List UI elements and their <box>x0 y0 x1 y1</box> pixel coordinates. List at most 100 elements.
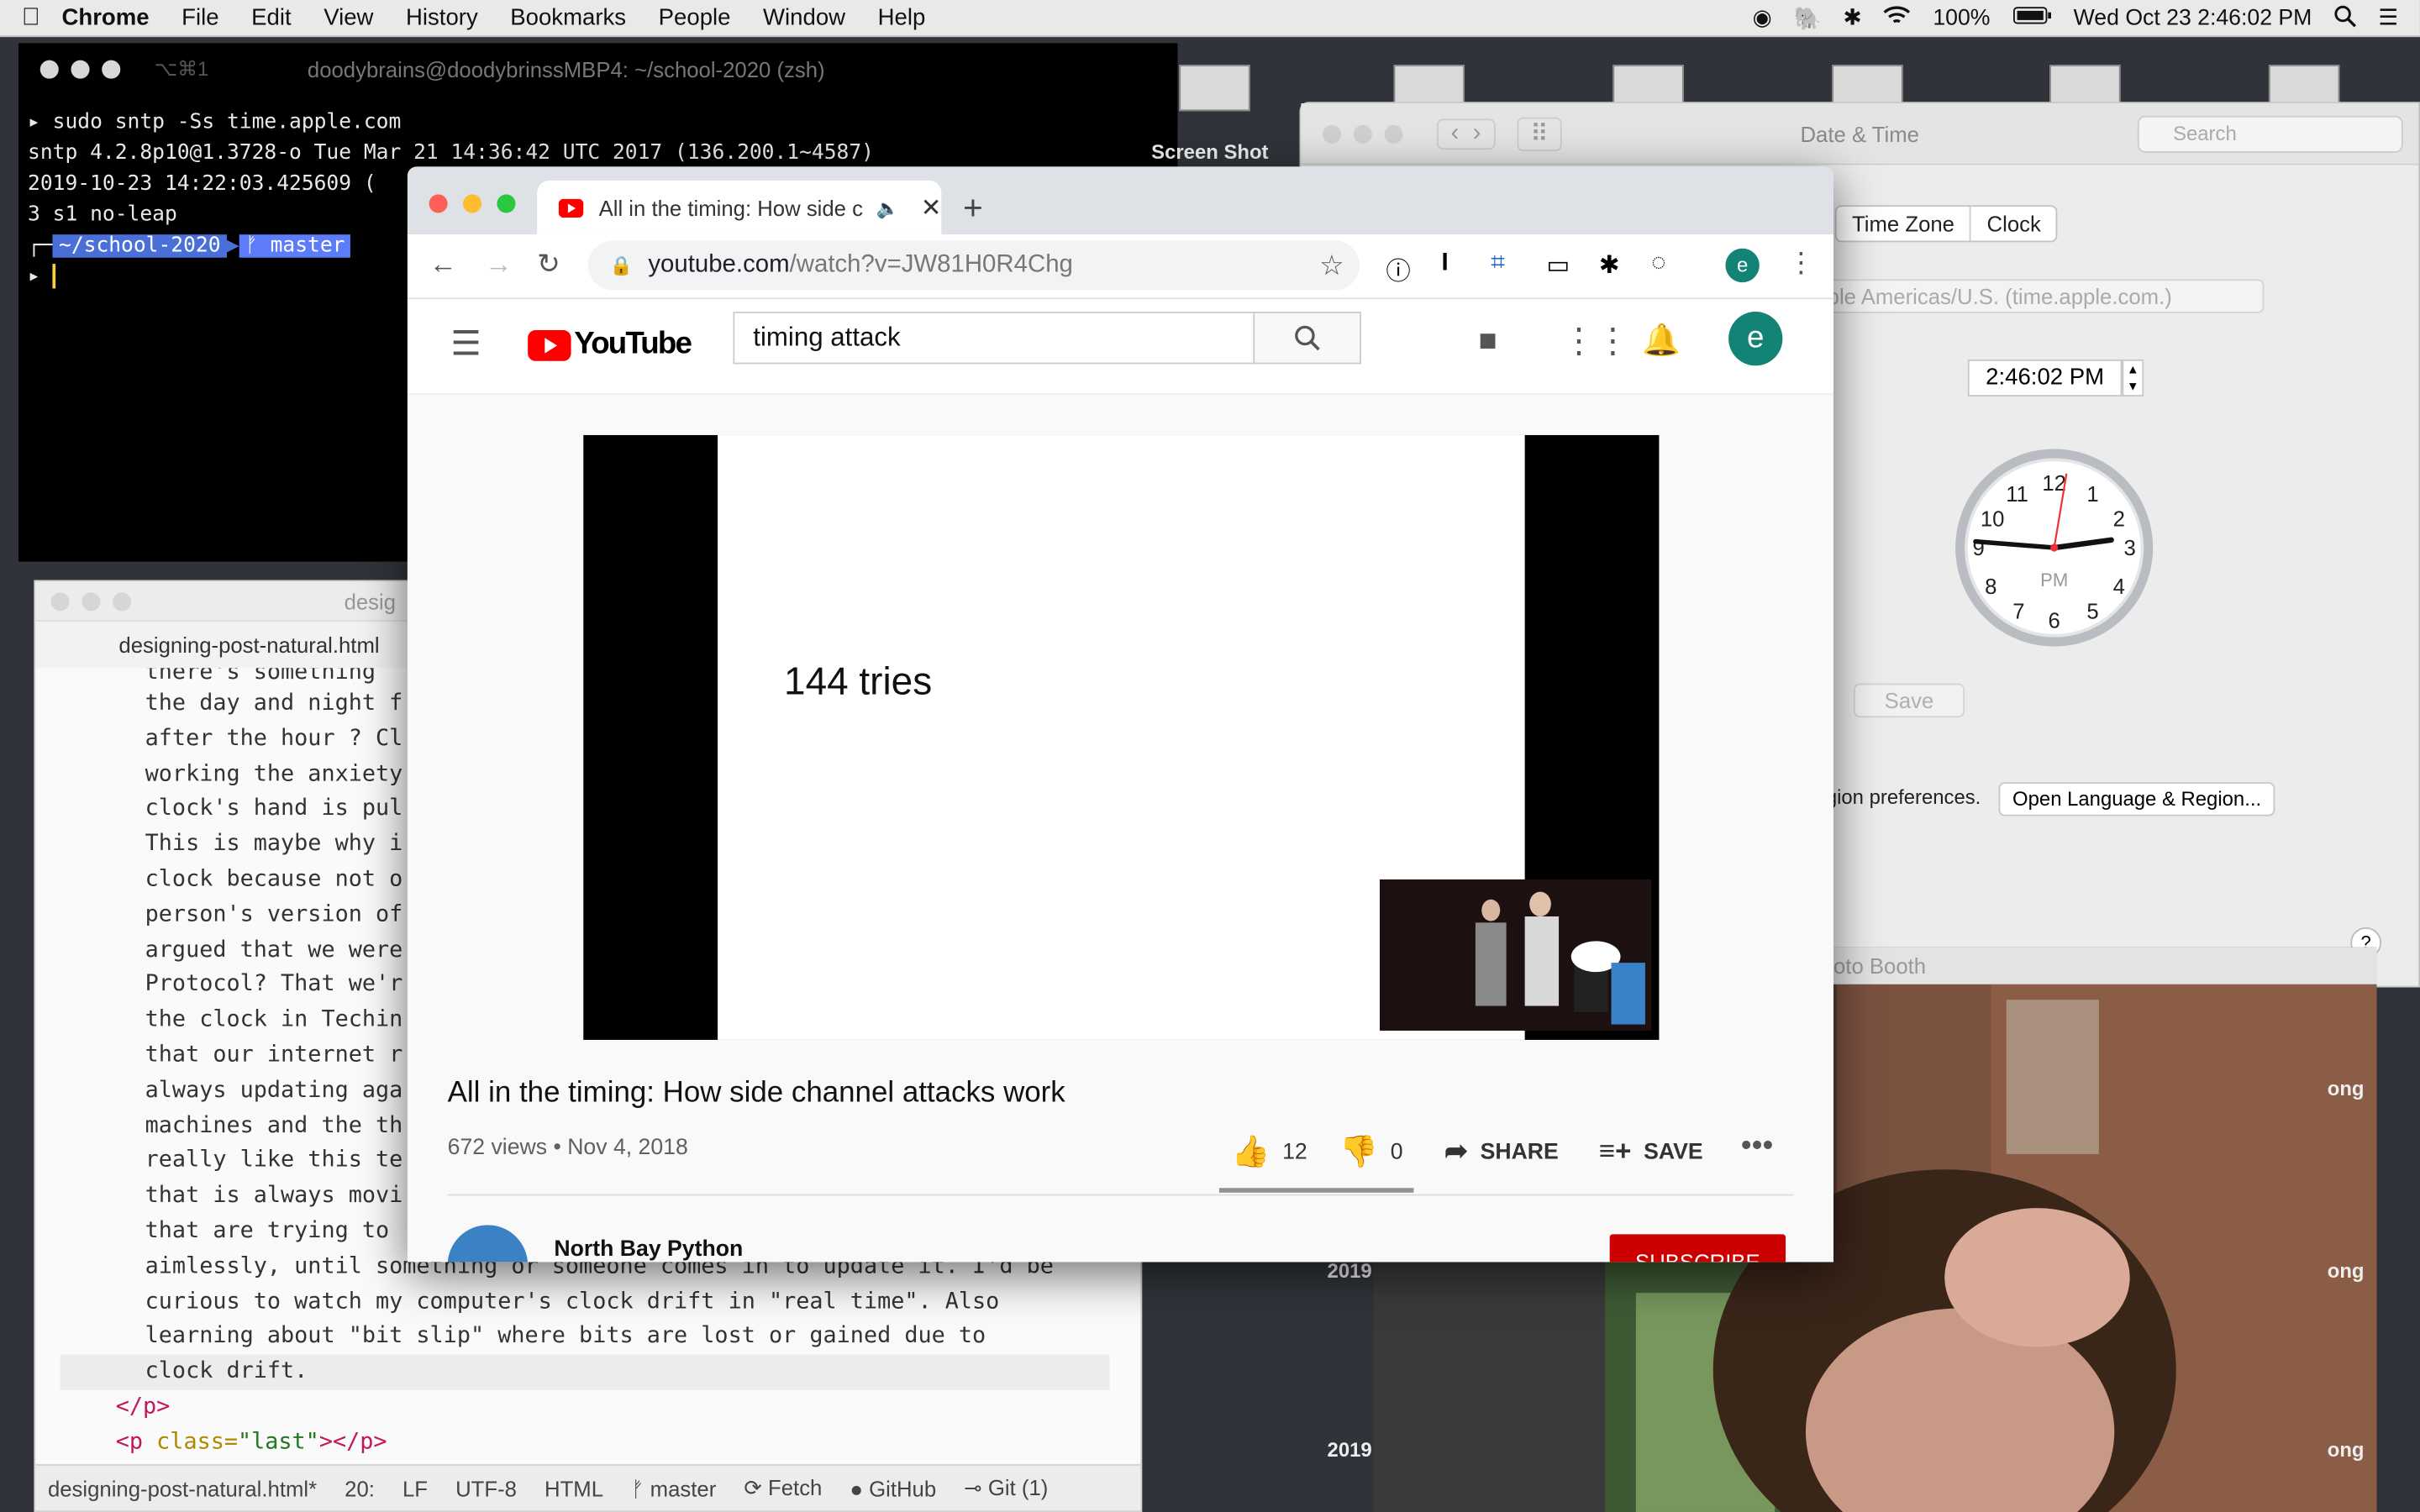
photo-thumb-label[interactable]: 2019 <box>1328 1259 1372 1283</box>
search-field[interactable]: Search <box>2137 115 2403 153</box>
save-button[interactable]: Save <box>1853 683 1965 718</box>
bookmark-star-icon[interactable]: ☆ <box>1319 249 1344 282</box>
extension-doc-icon[interactable]: ▭ <box>1546 250 1570 281</box>
account-avatar[interactable]: e <box>1728 312 1783 366</box>
close-button[interactable] <box>39 60 59 79</box>
time-server-select[interactable]: ple Americas/U.S. (time.apple.com.) <box>1825 279 2265 313</box>
photo-thumb-label[interactable]: 2019 <box>1328 1438 1372 1462</box>
back-button[interactable]: ← <box>429 249 457 281</box>
clock-number: 6 <box>2048 610 2060 633</box>
notification-center-icon[interactable]: ☰ <box>2378 6 2398 30</box>
tab-title: All in the timing: How side c <box>598 195 864 220</box>
status-file[interactable]: designing-post-natural.html* <box>48 1476 317 1500</box>
channel-name[interactable]: North Bay Python <box>554 1237 743 1262</box>
battery-percent[interactable]: 100% <box>1933 6 1990 30</box>
menu-bookmarks[interactable]: Bookmarks <box>510 5 626 31</box>
desktop-file-label[interactable]: Screen Shot <box>1151 140 1268 164</box>
minimize-button[interactable] <box>82 591 101 611</box>
menu-history[interactable]: History <box>406 5 478 31</box>
share-button[interactable]: ➦ SHARE <box>1444 1136 1559 1168</box>
tab-clock[interactable]: Clock <box>1970 207 2056 241</box>
chrome-window[interactable]: All in the timing: How side c 🔈 ✕ + ← → … <box>407 166 1833 1263</box>
extension-instapaper-icon[interactable]: I <box>1441 250 1448 278</box>
time-stepper[interactable]: ▲ ▼ <box>2122 359 2144 397</box>
minimize-button[interactable] <box>71 60 90 79</box>
minimize-button[interactable] <box>463 194 482 213</box>
reload-button[interactable]: ↻ <box>537 249 560 281</box>
status-git[interactable]: ⊸ Git (1) <box>964 1475 1048 1501</box>
evernote-icon[interactable]: 🐘 <box>1794 5 1822 31</box>
terminal-titlebar: ⌥⌘1 doodybrains@doodybrinssMBP4: ~/schoo… <box>18 43 1177 95</box>
menu-app-name[interactable]: Chrome <box>61 5 149 31</box>
zoom-button[interactable] <box>102 60 121 79</box>
status-grammar[interactable]: HTML <box>544 1476 603 1500</box>
status-fetch[interactable]: ⟳ Fetch <box>744 1475 822 1501</box>
menu-window[interactable]: Window <box>763 5 845 31</box>
search-button[interactable] <box>1253 312 1361 365</box>
menu-edit[interactable]: Edit <box>251 5 291 31</box>
hamburger-menu-icon[interactable]: ☰ <box>450 324 481 365</box>
share-arrow-icon: ➦ <box>1444 1135 1468 1167</box>
open-language-region-button[interactable]: Open Language & Region... <box>1998 782 2275 816</box>
status-github[interactable]: ● GitHub <box>850 1476 936 1500</box>
notifications-bell-icon[interactable]: 🔔 <box>1642 321 1681 360</box>
status-bar: designing-post-natural.html* 20: LF UTF-… <box>35 1464 1141 1511</box>
like-button[interactable]: 👍 12 <box>1232 1132 1307 1171</box>
extension-circle-icon[interactable]: ◌ <box>1651 250 1665 278</box>
photo-thumb-label[interactable]: ong <box>2328 1077 2365 1100</box>
code-line-current: clock drift. <box>60 1354 1110 1390</box>
time-field[interactable]: 2:46:02 PM <box>1967 359 2123 397</box>
profile-avatar[interactable]: e <box>1725 248 1760 283</box>
terminal-line: ▸ sudo sntp -Ss time.apple.com <box>28 111 402 134</box>
extension-asterisk-icon[interactable]: ✱ <box>1599 250 1620 281</box>
chrome-menu-icon[interactable]: ⋮ <box>1787 247 1815 280</box>
menubar-clock[interactable]: Wed Oct 23 2:46:02 PM <box>2074 6 2312 30</box>
code-line: curious to watch my computer's clock dri… <box>145 1287 1000 1315</box>
search-input[interactable]: timing attack <box>733 312 1255 365</box>
youtube-logo[interactable]: YouTube <box>528 327 692 362</box>
status-eol[interactable]: LF <box>402 1476 428 1500</box>
status-cursor[interactable]: 20: <box>345 1476 375 1500</box>
video-player[interactable]: 144 tries <box>583 434 1660 1040</box>
zoom-button[interactable] <box>497 194 516 213</box>
status-encoding[interactable]: UTF-8 <box>455 1476 517 1500</box>
menu-help[interactable]: Help <box>878 5 926 31</box>
menu-bar:  Chrome File Edit View History Bookmark… <box>0 0 2420 38</box>
battery-icon[interactable] <box>2012 6 2052 30</box>
extension-onepassword-icon[interactable]: ⓘ <box>1386 250 1410 287</box>
audio-playing-icon[interactable]: 🔈 <box>876 197 899 218</box>
like-ratio-bar <box>1218 1188 1414 1193</box>
tab-time-zone[interactable]: Time Zone <box>1837 207 1970 240</box>
status-branch[interactable]: ᚠ master <box>631 1476 716 1500</box>
wifi-icon[interactable] <box>1884 5 1912 33</box>
bluetooth-icon[interactable]: ✱ <box>1844 6 1862 30</box>
new-tab-button[interactable]: + <box>963 188 983 228</box>
extension-crop-icon[interactable]: ⌗ <box>1491 250 1505 278</box>
browser-tab-youtube[interactable]: All in the timing: How side c 🔈 ✕ <box>537 180 942 235</box>
menu-people[interactable]: People <box>659 5 731 31</box>
dislike-button[interactable]: 👎 0 <box>1339 1132 1402 1171</box>
dislike-count: 0 <box>1390 1139 1403 1164</box>
onepassword-icon[interactable]: ◉ <box>1753 6 1772 30</box>
more-actions-icon[interactable]: ••• <box>1741 1129 1774 1164</box>
tab-close-icon[interactable]: ✕ <box>921 192 942 223</box>
menu-view[interactable]: View <box>324 5 373 31</box>
zoom-button[interactable] <box>113 591 132 611</box>
photo-thumb-label[interactable]: ong <box>2328 1438 2365 1462</box>
close-button[interactable] <box>50 591 70 611</box>
spotlight-icon[interactable] <box>2333 4 2357 34</box>
address-bar[interactable]: 🔒 youtube.com/watch?v=JW81H0R4Chg ☆ <box>587 240 1360 291</box>
apps-grid-icon[interactable]: ⋮⋮ <box>1562 321 1630 361</box>
save-to-playlist-button[interactable]: ≡+ SAVE <box>1599 1136 1703 1168</box>
create-video-icon[interactable]: ■ <box>1479 324 1497 360</box>
window-thumbnail[interactable] <box>1179 65 1250 112</box>
lock-icon[interactable]: 🔒 <box>609 255 632 276</box>
subscribe-button[interactable]: SUBSCRIBE <box>1609 1234 1786 1263</box>
close-button[interactable] <box>429 194 448 213</box>
channel-avatar[interactable] <box>447 1225 529 1263</box>
speaker-inset-video <box>1380 879 1652 1031</box>
forward-button[interactable]: → <box>485 249 513 281</box>
apple-icon[interactable]:  <box>0 4 61 32</box>
menu-file[interactable]: File <box>182 5 218 31</box>
photo-thumb-label[interactable]: ong <box>2328 1259 2365 1283</box>
